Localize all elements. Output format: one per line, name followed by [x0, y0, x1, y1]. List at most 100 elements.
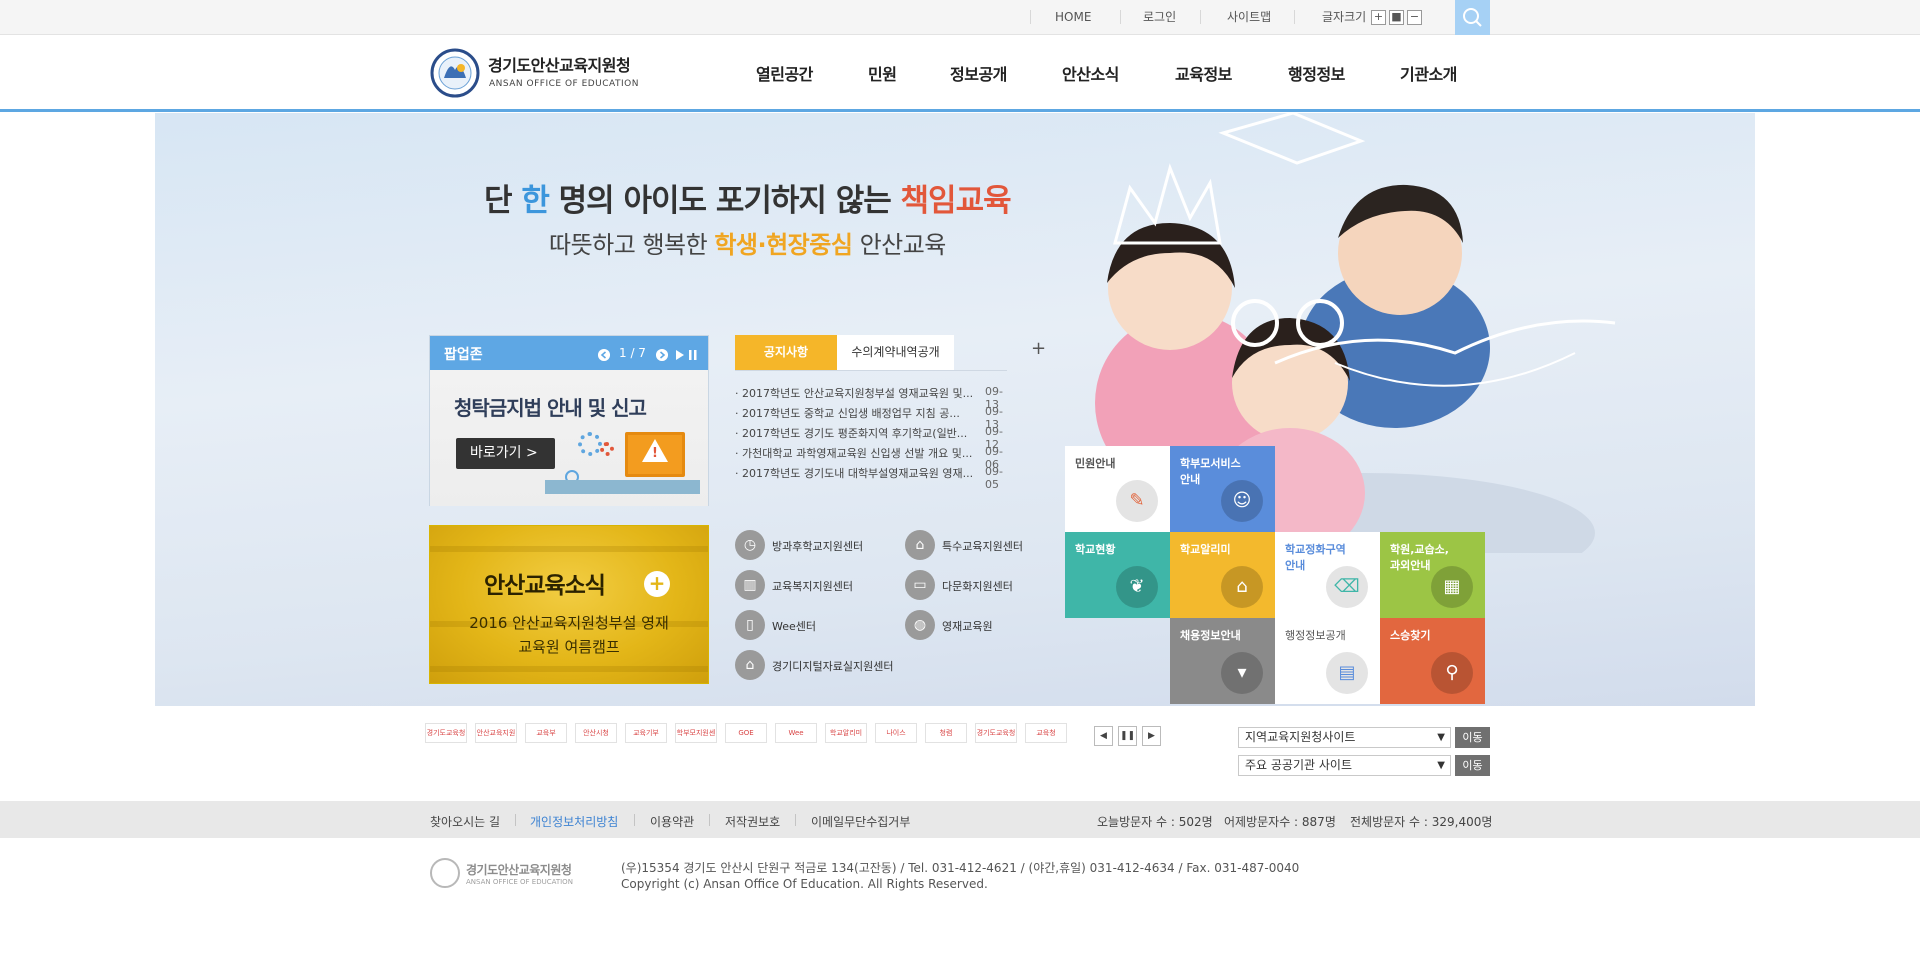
banner-link[interactable]: 청렴	[925, 723, 967, 743]
warning-mark: !	[652, 446, 658, 461]
regional-go-button[interactable]: 이동	[1455, 727, 1490, 748]
popup-slide[interactable]: 청탁금지법 안내 및 신고 바로가기 > !	[430, 370, 708, 506]
tile-civil-info[interactable]: 민원안내 ✎	[1065, 446, 1170, 532]
tile-recruitment[interactable]: 채용정보안내 ▾	[1170, 618, 1275, 704]
footer-privacy-link[interactable]: 개인정보처리방침	[530, 813, 618, 830]
monitor-icon: ▭	[905, 570, 935, 600]
font-reset-button[interactable]: ■	[1389, 10, 1404, 25]
nav-ansan-news[interactable]: 안산소식	[1062, 61, 1119, 85]
banner-link[interactable]: 경기도교육청	[975, 723, 1017, 743]
tile-parent-service[interactable]: 학부모서비스 안내 ☺	[1170, 446, 1275, 532]
banner-link[interactable]: 안산시청	[575, 723, 617, 743]
footer-directions-link[interactable]: 찾아오시는 길	[430, 813, 500, 830]
tab-contract[interactable]: 수의계약내역공개	[837, 335, 954, 370]
divider	[634, 814, 635, 826]
notice-item[interactable]: · 2017학년도 안산교육지원청부설 영재교육원 및... 09-13	[735, 385, 1010, 411]
visitor-total: 전체방문자 수 : 329,400명	[1350, 815, 1493, 829]
news-title: 안산교육소식	[484, 573, 606, 599]
banner-pause-button[interactable]: ❚❚	[1118, 726, 1137, 746]
banner-link[interactable]: GOE	[725, 723, 767, 743]
magnifier-icon: ⚲	[1431, 652, 1473, 694]
divider	[515, 814, 516, 826]
tile-find-teacher[interactable]: 스승찾기 ⚲	[1380, 618, 1485, 704]
banner-link[interactable]: 교육청	[1025, 723, 1067, 743]
notice-item[interactable]: · 2017학년도 경기도 평준화지역 후기학교(일반... 09-12	[735, 425, 1010, 451]
nav-admin-info[interactable]: 행정정보	[1288, 61, 1345, 85]
pencil-icon: ✎	[1116, 480, 1158, 522]
emblem-logo-icon[interactable]	[430, 48, 480, 98]
banner-link[interactable]: 안산교육지원청	[475, 723, 517, 743]
regional-site-select[interactable]: 지역교육지원청사이트 ▼	[1238, 727, 1451, 748]
notice-item[interactable]: · 2017학년도 중학교 신입생 배정업무 지침 공... 09-13	[735, 405, 1010, 431]
banner-link[interactable]: 학부모지원센터	[675, 723, 717, 743]
notice-item[interactable]: · 가천대학교 과학영재교육원 신입생 선발 개요 및... 09-06	[735, 445, 1010, 471]
banner-link[interactable]: 경기도교육청	[425, 723, 467, 743]
utility-bar: HOME 로그인 사이트맵 글자크기 + ■ −	[0, 0, 1920, 35]
desk-illustration	[545, 480, 700, 494]
public-site-select[interactable]: 주요 공공기관 사이트 ▼	[1238, 755, 1451, 776]
sub-slogan: 따뜻하고 행복한 학생·현장중심 안산교육	[549, 231, 946, 259]
play-icon[interactable]	[676, 350, 684, 360]
tile-school-status[interactable]: 학교현황 ❦	[1065, 532, 1170, 618]
chart-icon: ▤	[1326, 652, 1368, 694]
font-increase-button[interactable]: +	[1371, 10, 1386, 25]
nav-civil-service[interactable]: 민원	[868, 61, 897, 85]
banner-next-button[interactable]: ▶	[1142, 726, 1161, 746]
tile-academy-info[interactable]: 학원,교습소, 과외안내 ▦	[1380, 532, 1485, 618]
footer-email-refusal-link[interactable]: 이메일무단수집거부	[811, 813, 910, 830]
notice-item[interactable]: · 2017학년도 경기도내 대학부설영재교육원 영재... 09-05	[735, 465, 1010, 491]
nav-about[interactable]: 기관소개	[1400, 61, 1457, 85]
tile-admin-disclosure[interactable]: 행정정보공개 ▤	[1275, 618, 1380, 704]
banner-link[interactable]: 교육부	[525, 723, 567, 743]
banner-link[interactable]: Wee	[775, 723, 817, 743]
tile-school-alimi[interactable]: 학교알리미 ⌂	[1170, 532, 1275, 618]
banner-prev-button[interactable]: ◀	[1094, 726, 1113, 746]
nav-info-disclosure[interactable]: 정보공개	[950, 61, 1007, 85]
footer-logo-subtitle: ANSAN OFFICE OF EDUCATION	[466, 878, 573, 886]
chevron-down-icon: ▼	[1437, 760, 1445, 771]
popup-header: 팝업존 1 / 7	[430, 336, 708, 370]
nav-open-space[interactable]: 열린공간	[756, 61, 813, 85]
main-slogan: 단 한 명의 아이도 포기하지 않는 책임교육	[484, 183, 1012, 219]
go-button[interactable]: 바로가기 >	[456, 438, 555, 469]
logo-title[interactable]: 경기도안산교육지원청	[488, 52, 631, 76]
public-go-button[interactable]: 이동	[1455, 755, 1490, 776]
search-button[interactable]	[1455, 0, 1490, 35]
font-decrease-button[interactable]: −	[1407, 10, 1422, 25]
next-arrow-icon[interactable]	[656, 349, 668, 361]
logo-subtitle: ANSAN OFFICE OF EDUCATION	[489, 79, 639, 89]
school-icon: ⌂	[1221, 566, 1263, 608]
parent-icon: ☺	[1221, 480, 1263, 522]
prev-arrow-icon[interactable]	[598, 349, 610, 361]
login-link[interactable]: 로그인	[1143, 0, 1176, 35]
pause-icon[interactable]	[689, 350, 697, 360]
footer-terms-link[interactable]: 이용약관	[650, 813, 694, 830]
decor	[430, 666, 708, 672]
banner-link[interactable]: 나이스	[875, 723, 917, 743]
footer-nav: 찾아오시는 길 개인정보처리방침 이용약관 저작권보호 이메일무단수집거부 오늘…	[0, 801, 1920, 838]
home-link[interactable]: HOME	[1055, 0, 1091, 35]
news-card[interactable]: 안산교육소식 + 2016 안산교육지원청부설 영재 교육원 여름캠프	[429, 525, 709, 684]
divider	[1120, 10, 1121, 24]
divider	[795, 814, 796, 826]
decor	[430, 546, 708, 552]
site-header: 경기도안산교육지원청 ANSAN OFFICE OF EDUCATION 열린공…	[0, 35, 1920, 112]
globe-icon: ◍	[905, 610, 935, 640]
broom-icon: ⌫	[1326, 566, 1368, 608]
footer-emblem-icon	[430, 858, 460, 888]
banner-link[interactable]: 교육기부	[625, 723, 667, 743]
divider	[1294, 10, 1295, 24]
popup-title: 팝업존	[444, 347, 483, 363]
footer-copyright-link[interactable]: 저작권보호	[725, 813, 780, 830]
news-more-button[interactable]: +	[644, 571, 670, 597]
banner-link[interactable]: 학교알리미	[825, 723, 867, 743]
divider	[709, 814, 710, 826]
nav-education-info[interactable]: 교육정보	[1175, 61, 1232, 85]
sitemap-link[interactable]: 사이트맵	[1227, 0, 1271, 35]
tab-notice[interactable]: 공지사항	[735, 335, 837, 370]
divider	[1030, 10, 1031, 24]
tile-clean-zone[interactable]: 학교정화구역 안내 ⌫	[1275, 532, 1380, 618]
popup-zone: 팝업존 1 / 7 청탁금지법 안내 및 신고 바로가기 > !	[429, 335, 709, 506]
house-icon: ⌂	[905, 530, 935, 560]
clock-icon: ◷	[735, 530, 765, 560]
